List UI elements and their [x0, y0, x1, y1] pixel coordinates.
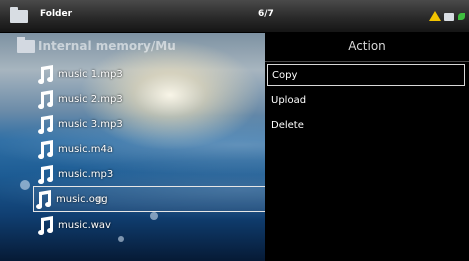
menu-item-copy[interactable]: Copy — [267, 64, 465, 86]
file-name: music 1.mp3 — [58, 68, 123, 80]
file-name: music.m4a — [58, 143, 113, 155]
bubble — [118, 236, 124, 242]
folder-icon — [17, 36, 35, 53]
top-bar: Folder 6/7 — [0, 0, 469, 33]
warning-icon — [429, 11, 441, 21]
file-item-selected[interactable]: music.ogg — [33, 186, 266, 212]
music-note-icon — [34, 189, 52, 209]
music-note-icon — [36, 89, 54, 109]
music-note-icon — [36, 164, 54, 184]
file-name: music.ogg — [56, 193, 108, 205]
path-label: Internal memory/Mu — [38, 39, 176, 53]
music-note-icon — [36, 215, 54, 235]
file-item[interactable]: music.mp3 — [36, 162, 113, 186]
music-note-icon — [36, 114, 54, 134]
file-name: music 3.mp3 — [58, 118, 123, 130]
screen: Folder 6/7 Internal memory/Mu music 1.mp… — [0, 0, 469, 261]
current-path[interactable]: Internal memory/Mu — [17, 36, 176, 54]
file-item[interactable]: music 3.mp3 — [36, 112, 123, 136]
music-note-icon — [36, 139, 54, 159]
file-name: music.wav — [58, 219, 111, 231]
file-item[interactable]: music.wav — [36, 213, 111, 237]
menu-item-delete[interactable]: Delete — [267, 114, 465, 136]
file-item[interactable]: music 2.mp3 — [36, 87, 123, 111]
folder-title: Folder — [40, 9, 73, 19]
action-menu-title: Action — [348, 39, 386, 53]
music-note-icon — [36, 64, 54, 84]
storage-folder-icon — [444, 13, 454, 21]
bubble — [150, 212, 158, 220]
file-item[interactable]: music 1.mp3 — [36, 62, 123, 86]
menu-item-upload[interactable]: Upload — [267, 89, 465, 111]
leaf-icon — [458, 13, 465, 20]
bubble — [20, 180, 30, 190]
file-item[interactable]: music.m4a — [36, 137, 113, 161]
file-name: music.mp3 — [58, 168, 114, 180]
file-name: music 2.mp3 — [58, 93, 123, 105]
action-menu: Action Copy Upload Delete — [265, 32, 469, 261]
page-counter: 6/7 — [258, 9, 274, 19]
folder-icon — [10, 7, 28, 23]
divider — [265, 61, 469, 62]
